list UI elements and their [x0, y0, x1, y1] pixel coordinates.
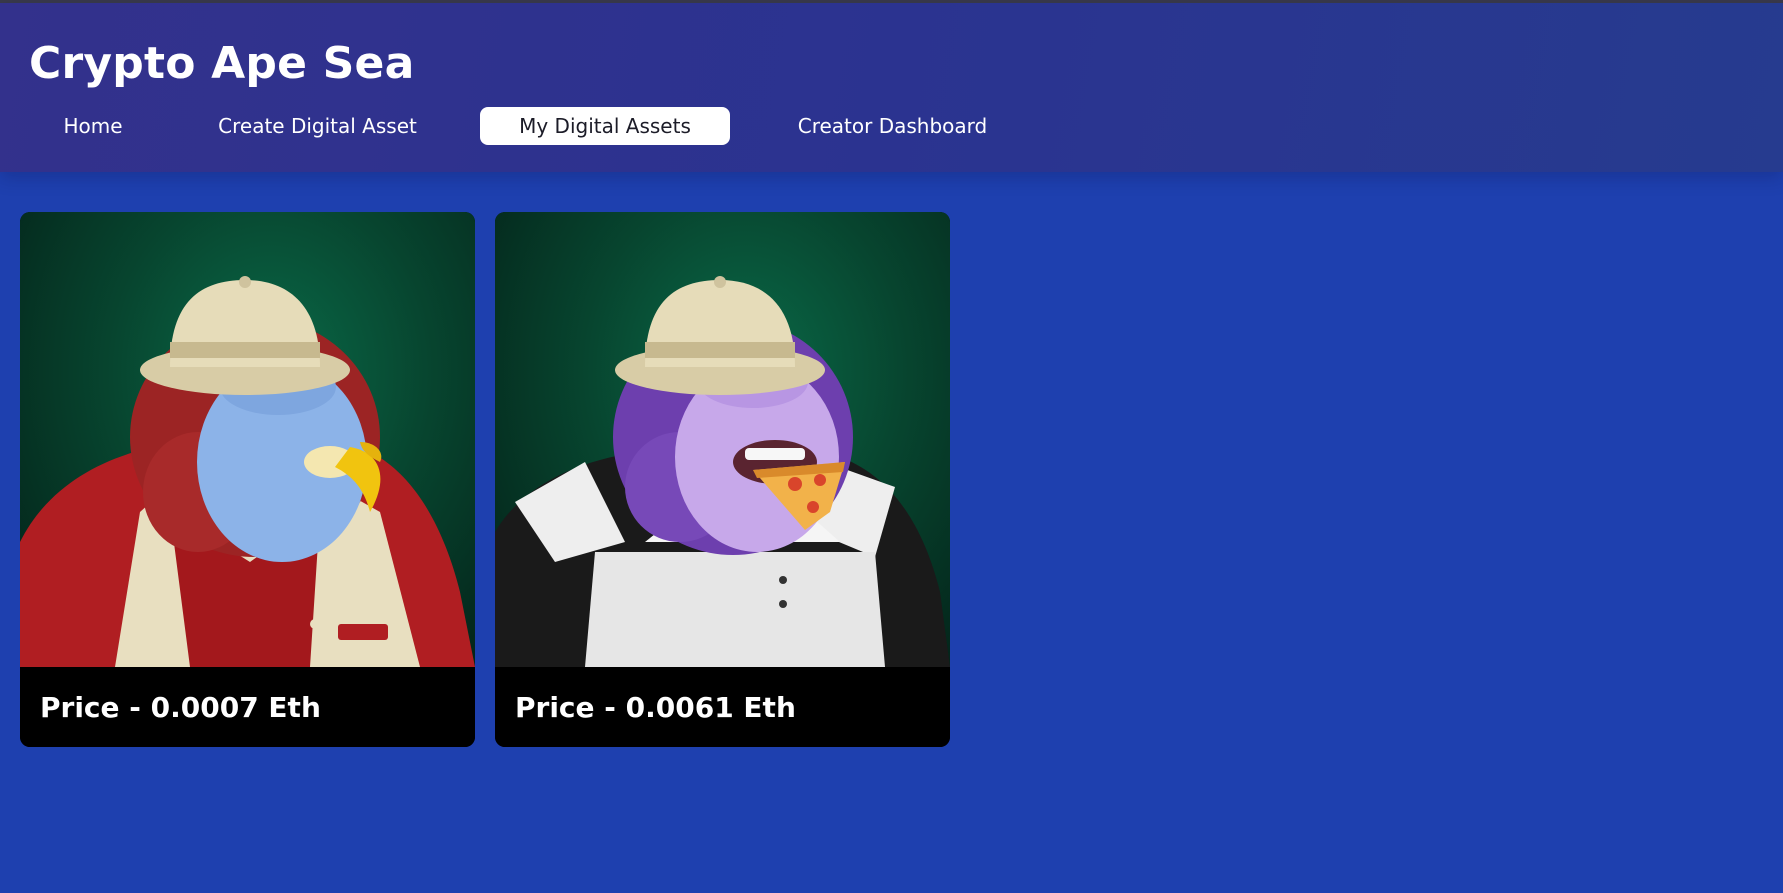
- nav-create-digital-asset-link[interactable]: Create Digital Asset: [210, 107, 425, 145]
- ape-with-banana-image: [20, 212, 475, 667]
- price-bar: Price - 0.0061 Eth: [495, 667, 950, 747]
- ape-with-pizza-image: [495, 212, 950, 667]
- nav-creator-dashboard-link[interactable]: Creator Dashboard: [790, 107, 995, 145]
- price-bar: Price - 0.0007 Eth: [20, 667, 475, 747]
- nav-home-link[interactable]: Home: [38, 107, 148, 145]
- site-title: Crypto Ape Sea: [29, 38, 415, 89]
- assets-grid: Price - 0.0007 Eth Price - 0.0061 Eth: [0, 172, 1783, 893]
- asset-card[interactable]: Price - 0.0007 Eth: [20, 212, 475, 747]
- site-header: Crypto Ape Sea Home Create Digital Asset…: [0, 3, 1783, 172]
- price-label: Price - 0.0007 Eth: [40, 691, 321, 724]
- nav-my-digital-assets-link[interactable]: My Digital Assets: [480, 107, 730, 145]
- price-label: Price - 0.0061 Eth: [515, 691, 796, 724]
- asset-card[interactable]: Price - 0.0061 Eth: [495, 212, 950, 747]
- main-nav: Home Create Digital Asset My Digital Ass…: [0, 107, 1200, 145]
